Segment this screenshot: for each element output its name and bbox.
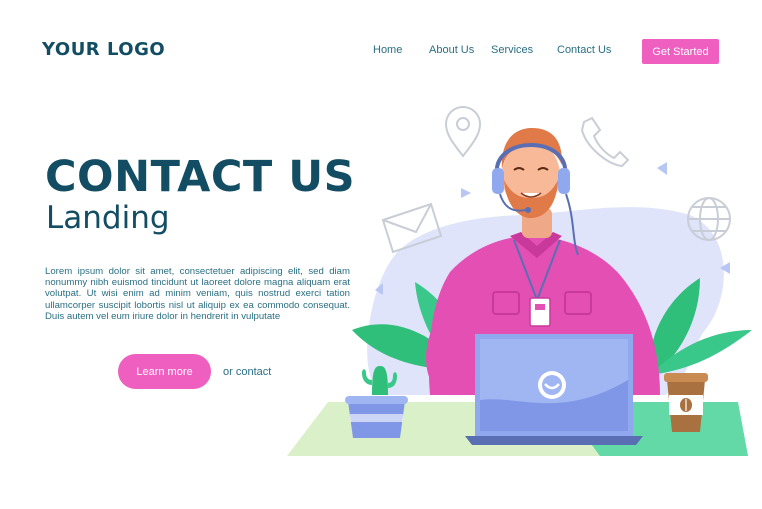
support-agent-illustration [287, 106, 752, 456]
location-pin-icon [444, 106, 482, 158]
triangle-decor [657, 162, 667, 175]
id-badge [529, 297, 551, 327]
triangle-decor [461, 188, 471, 198]
laptop [465, 334, 643, 445]
phone-icon [580, 116, 630, 168]
